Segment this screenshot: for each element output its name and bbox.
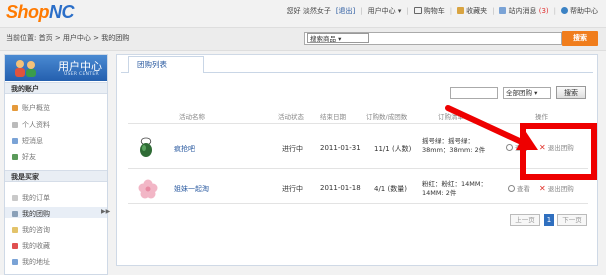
breadcrumb-home[interactable]: 首页 [39, 34, 53, 42]
sidebar-item-messages[interactable]: 短消息 [12, 136, 43, 146]
row2-end-date: 2011-01-18 [320, 184, 361, 192]
pager-prev[interactable]: 上一页 [510, 214, 540, 226]
row2-spec-line1: 粉红：粉红：14MM： [422, 180, 487, 188]
overview-icon [12, 105, 18, 111]
help-link[interactable]: 帮助中心 [561, 6, 598, 16]
row2-status: 进行中 [282, 185, 303, 193]
row2-name-link[interactable]: 姐妹一起淘 [174, 184, 209, 194]
breadcrumb: 当前位置: 首页 > 用户中心 > 我的团购 [6, 34, 130, 42]
divider: | [360, 7, 363, 15]
filter-input[interactable] [450, 87, 498, 99]
sidebar-item-groupbuy[interactable]: 我的团购 [12, 209, 50, 219]
sidebar-item-consult[interactable]: 我的咨询 [12, 225, 50, 235]
filter-search-button[interactable]: 搜索 [556, 86, 586, 99]
breadcrumb-current: 我的团购 [101, 34, 130, 42]
col-header-status: 活动状态 [278, 113, 304, 121]
divider: | [492, 7, 495, 15]
annotation-highlight-box [520, 123, 597, 180]
help-icon [561, 7, 568, 14]
flower-thumbnail[interactable] [137, 178, 159, 200]
row1-name-link[interactable]: 疯抢吧 [174, 144, 195, 154]
magnifier-icon [508, 184, 515, 192]
folder-icon [457, 7, 465, 14]
favorites-link[interactable]: 收藏夹 [457, 6, 487, 16]
row1-count: 11/1 (人数) [374, 145, 412, 153]
col-header-end-date: 结束日期 [320, 113, 346, 121]
address-icon [12, 259, 18, 265]
sidebar-item-friends[interactable]: 好友 [12, 152, 36, 162]
groupbuy-icon [12, 211, 18, 217]
search-category-select[interactable]: 搜索商品 ▾ [307, 33, 369, 43]
consult-icon [12, 227, 18, 233]
row2-count: 4/1 (数量) [374, 185, 407, 193]
order-icon [12, 195, 18, 201]
breadcrumb-user-center[interactable]: 用户中心 [63, 34, 91, 42]
cart-icon [413, 7, 422, 14]
row-divider [128, 203, 588, 204]
row2-view-button[interactable]: 查看 [508, 183, 530, 193]
message-icon [12, 138, 18, 144]
shopnc-logo[interactable]: ShopNC [6, 2, 75, 24]
buyer-header: 我是买家 [5, 170, 107, 182]
close-icon: ✕ [539, 183, 546, 193]
sidebar-item-favorites[interactable]: 我的收藏 [12, 241, 50, 251]
cart-link[interactable]: 购物车 [413, 6, 445, 16]
users-icon [15, 60, 36, 77]
profile-icon [12, 122, 18, 128]
sidebar-item-address[interactable]: 我的地址 [12, 257, 50, 267]
row-divider [128, 168, 588, 169]
favorite-icon [12, 243, 18, 249]
user-center-menu[interactable]: 用户中心 ▾ [368, 6, 402, 16]
col-header-name: 活动名称 [179, 113, 205, 121]
col-header-count: 订购数/成团数 [366, 113, 408, 121]
row1-status: 进行中 [282, 145, 303, 153]
pager-next[interactable]: 下一页 [557, 214, 587, 226]
breadcrumb-label: 当前位置: [6, 34, 37, 42]
tab-groupbuy-list[interactable]: 团购列表 [128, 56, 204, 73]
user-center-subtitle: USER CENTER [64, 72, 99, 77]
greeting-text: 您好 淡然女子 [286, 7, 331, 15]
message-icon [499, 7, 507, 14]
divider: | [406, 7, 409, 15]
sidebar-item-orders[interactable]: 我的订单 [12, 193, 50, 203]
my-account-header: 我的账户 [5, 82, 107, 94]
pendant-thumbnail[interactable] [135, 136, 157, 158]
messages-link[interactable]: 站内消息 (3) [499, 6, 549, 16]
friends-icon [12, 154, 18, 160]
groupbuy-filter-select[interactable]: 全部团购 ▾ [503, 87, 551, 99]
divider: | [553, 7, 556, 15]
sidebar-item-profile[interactable]: 个人资料 [12, 120, 50, 130]
search-button[interactable]: 搜索 [562, 31, 598, 46]
top-nav: 您好 淡然女子 [退出] | 用户中心 ▾ | 购物车 | 收藏夹 | 站内消息… [287, 6, 598, 16]
sidebar-item-overview[interactable]: 账户概览 [12, 103, 50, 113]
logout-link[interactable]: [退出] [336, 6, 355, 16]
row2-quit-button[interactable]: ✕ 退出团购 [539, 183, 574, 193]
row1-end-date: 2011-01-31 [320, 144, 361, 152]
pager-current[interactable]: 1 [544, 214, 554, 226]
divider: | [449, 7, 453, 15]
double-arrow-icon: ▶▶ [101, 208, 111, 215]
row2-spec-line2: 14MM: 2件 [422, 189, 457, 197]
